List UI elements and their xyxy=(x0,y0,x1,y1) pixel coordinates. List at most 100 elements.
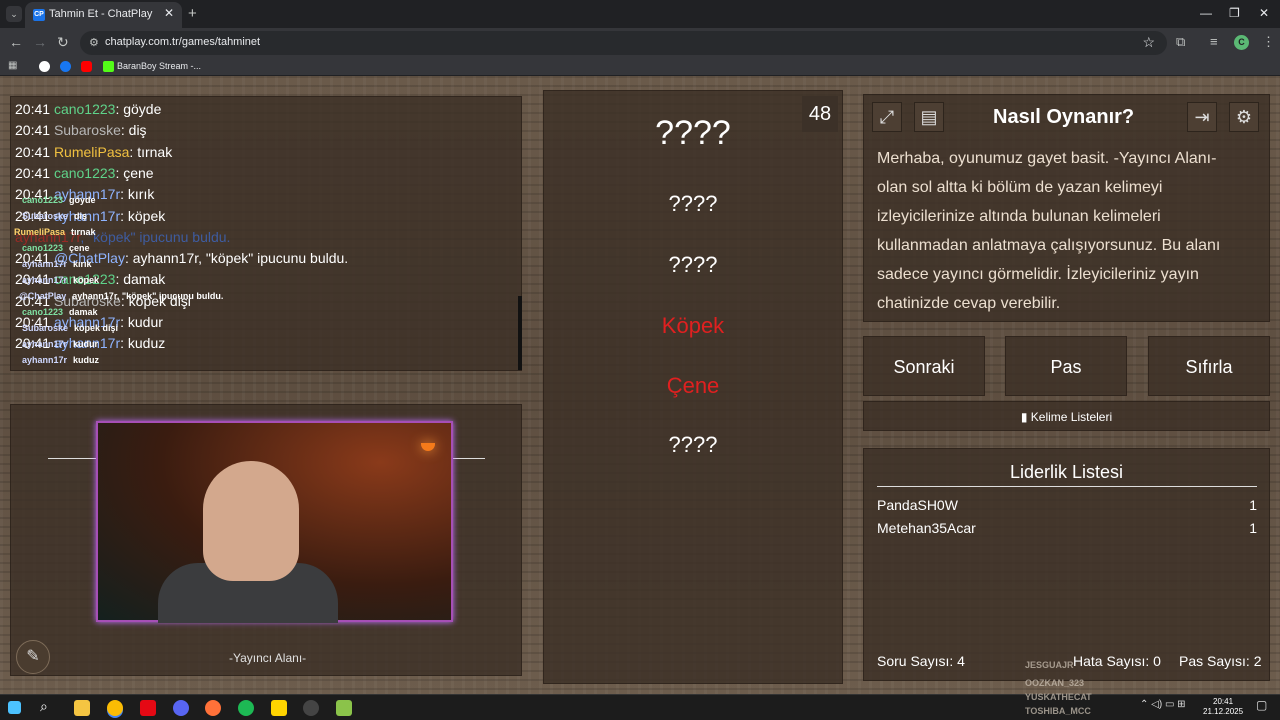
browser-tab[interactable]: CP Tahmin Et - ChatPlay ✕ xyxy=(25,2,182,28)
url-text: chatplay.com.tr/games/tahminet xyxy=(105,36,261,48)
overlay-username: ayhann17r xyxy=(22,275,68,285)
divider xyxy=(877,486,1257,487)
overlay-text: tırnak xyxy=(71,227,96,237)
overlay-chat-message: Subaroske diş xyxy=(22,211,87,221)
discord-icon[interactable] xyxy=(173,700,189,716)
chat-username: cano1223 xyxy=(53,164,116,181)
overlay-username: ayhann17r xyxy=(22,259,68,269)
chat-message: 20:41 cano1223: çene xyxy=(15,165,154,181)
chat-text: : kudur xyxy=(120,314,163,330)
youtube-icon[interactable] xyxy=(81,61,92,72)
overlay-chat-message: cano1223 çene xyxy=(22,243,90,253)
word-item: ???? xyxy=(668,432,718,457)
overlay-username: Subaroske xyxy=(22,323,69,333)
player-score: 1 xyxy=(1249,520,1257,536)
follower-name: YUSKATHECAT xyxy=(1025,692,1092,702)
howto-title: Nasıl Oynanır? xyxy=(993,106,1135,128)
bookmark-baranboy[interactable]: BaranBoy Stream -... xyxy=(117,61,201,71)
address-bar[interactable]: ⚙ chatplay.com.tr/games/tahminet ☆ xyxy=(80,31,1167,55)
back-icon[interactable]: ← xyxy=(9,34,23,50)
overlay-text: kudur xyxy=(73,339,99,349)
app-icon[interactable] xyxy=(336,700,352,716)
fullscreen-icon[interactable]: ⤢ xyxy=(872,102,902,132)
document-icon: ▮ xyxy=(1020,410,1031,424)
pen-icon[interactable]: ✎ xyxy=(16,640,50,674)
overlay-chat-message: ayhann17r kırık xyxy=(22,259,92,269)
overlay-username: RumeliPasa xyxy=(14,227,66,237)
overlay-username: cano1223 xyxy=(22,243,64,253)
facebook-icon[interactable] xyxy=(60,61,71,72)
word-lists-label: Kelime Listeleri xyxy=(1030,410,1113,424)
firefox-icon[interactable] xyxy=(205,700,221,716)
chat-message: 20:41 RumeliPasa: tırnak xyxy=(15,144,172,160)
close-tab-icon[interactable]: ✕ xyxy=(164,6,174,20)
overlay-text: diş xyxy=(74,211,88,221)
extensions-icon[interactable]: ⧉ xyxy=(1176,34,1185,50)
media-control-icon[interactable]: ≡ xyxy=(1210,34,1218,49)
minimize-icon[interactable]: — xyxy=(1200,6,1212,20)
word-item: ???? xyxy=(655,114,731,152)
clock-time: 20:41 xyxy=(1213,697,1234,706)
word-item-revealed: Köpek xyxy=(661,313,725,338)
chat-text: : damak xyxy=(115,271,166,288)
netflix-icon[interactable] xyxy=(140,700,156,716)
leaderboard-row: PandaSH0W 1 xyxy=(877,497,1257,513)
overlay-chat-message: ayhann17r kuduz xyxy=(22,355,99,365)
menu-icon[interactable]: ⋮ xyxy=(1262,34,1275,50)
new-tab-icon[interactable]: + xyxy=(188,5,197,22)
google-icon[interactable] xyxy=(39,61,50,72)
spotify-icon[interactable] xyxy=(238,700,254,716)
system-clock[interactable]: 20:41 21.12.2025 xyxy=(1203,697,1243,717)
question-count: Soru Sayısı: 4 xyxy=(877,653,965,669)
bookmarks-bar: ▦ BaranBoy Stream -... xyxy=(0,58,1280,76)
chat-time: 20:41 xyxy=(15,164,51,181)
webcam-person xyxy=(203,461,299,581)
overlay-text: köpek dişi xyxy=(74,323,119,333)
notes-icon[interactable]: ▤ xyxy=(914,102,944,132)
pass-button[interactable]: Pas xyxy=(1005,336,1127,396)
overlay-text: kuduz xyxy=(73,355,100,365)
kick-icon[interactable] xyxy=(103,61,114,72)
chat-time: 20:41 xyxy=(15,143,51,160)
obs-icon[interactable] xyxy=(303,700,319,716)
webcam-feed xyxy=(96,421,453,623)
bookmark-star-icon[interactable]: ☆ xyxy=(1142,34,1155,51)
tab-search-icon[interactable]: ⌄ xyxy=(6,6,22,22)
chat-message: 20:41 Subaroske: diş xyxy=(15,122,147,138)
browser-toolbar: ← → ↻ ⚙ chatplay.com.tr/games/tahminet ☆… xyxy=(0,28,1280,58)
overlay-chat-message: ayhann17r kudur xyxy=(22,339,98,349)
forward-icon[interactable]: → xyxy=(33,34,47,50)
chat-text: : kuduz xyxy=(120,335,166,352)
word-lists-button[interactable]: ▮ Kelime Listeleri xyxy=(863,401,1270,431)
apps-grid-icon[interactable]: ▦ xyxy=(8,60,19,71)
overlay-chat-message: cano1223 damak xyxy=(22,307,98,317)
chat-text: : çene xyxy=(115,164,154,181)
chrome-icon[interactable] xyxy=(107,700,123,716)
chat-time: 20:41 xyxy=(15,122,51,139)
overlay-text: ayhann17r, "köpek" ipucunu buldu. xyxy=(72,291,224,301)
lamp-icon xyxy=(421,443,435,451)
chat-scrollbar[interactable] xyxy=(518,296,522,370)
site-info-icon[interactable]: ⚙ xyxy=(89,36,99,49)
notification-icon[interactable]: ▢ xyxy=(1256,698,1267,712)
restore-icon[interactable]: ❐ xyxy=(1229,6,1240,20)
search-icon[interactable]: ⌕ xyxy=(40,698,56,714)
overlay-text: köpek xyxy=(73,275,100,285)
profile-avatar[interactable]: C xyxy=(1234,35,1249,50)
chat-message: 20:41 cano1223: göyde xyxy=(15,101,161,117)
logout-icon[interactable]: ⇥ xyxy=(1187,102,1217,132)
follower-name: TOSHIBA_MCC xyxy=(1025,706,1091,716)
overlay-chat-message: ayhann17r köpek xyxy=(22,275,99,285)
chat-username: cano1223 xyxy=(53,101,116,117)
file-explorer-icon[interactable] xyxy=(74,700,90,716)
tray-icons[interactable]: ⌃ ◁) ▭ ⊞ xyxy=(1140,699,1186,710)
close-window-icon[interactable]: ✕ xyxy=(1259,6,1269,20)
afterburner-icon[interactable] xyxy=(271,700,287,716)
next-button[interactable]: Sonraki xyxy=(863,336,985,396)
reload-icon[interactable]: ↻ xyxy=(57,34,69,51)
chat-text: : ayhann17r, "köpek" ipucunu buldu. xyxy=(124,250,349,267)
leaderboard-row: Metehan35Acar 1 xyxy=(877,520,1257,536)
settings-gear-icon[interactable]: ⚙ xyxy=(1229,102,1259,132)
windows-start-icon[interactable] xyxy=(8,701,21,714)
reset-button[interactable]: Sıfırla xyxy=(1148,336,1270,396)
